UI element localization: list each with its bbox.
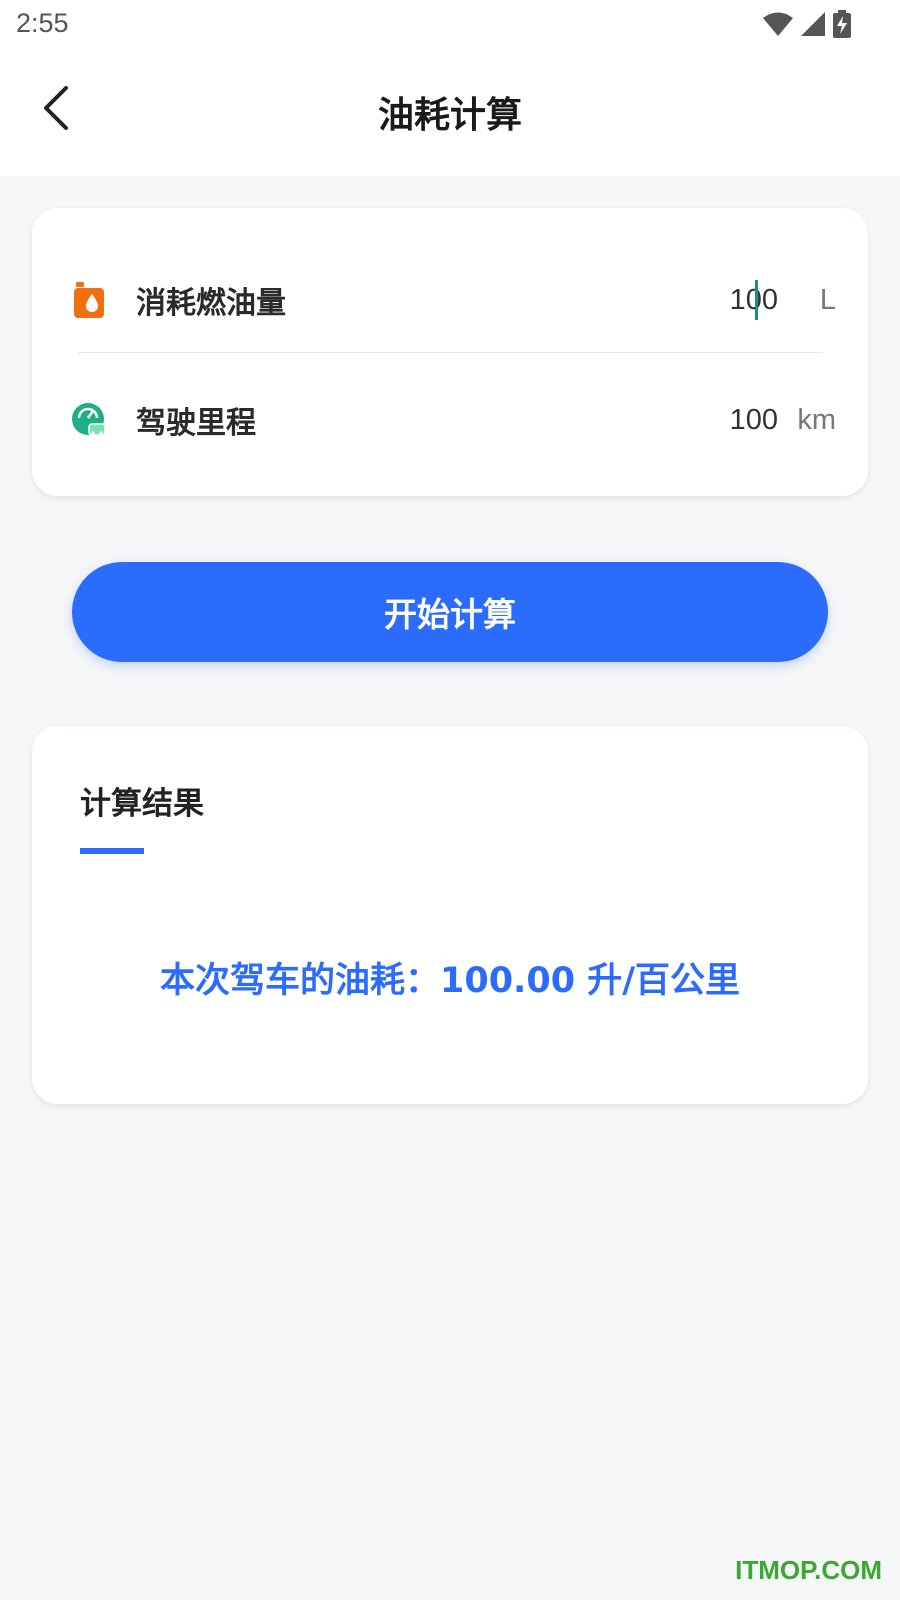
input-card: 消耗燃油量 L 驾驶里程 km — [32, 208, 868, 496]
distance-input[interactable] — [618, 403, 778, 437]
speedometer-car-icon — [72, 403, 106, 436]
text-cursor — [755, 280, 758, 320]
battery-charging-icon — [833, 10, 851, 38]
status-icons — [762, 10, 852, 38]
distance-unit: km — [797, 403, 836, 436]
status-time: 2:55 — [16, 8, 69, 38]
result-title: 计算结果 — [80, 786, 204, 822]
status-bar: 2:55 — [0, 0, 900, 50]
result-title-underline — [80, 848, 144, 854]
page-title: 油耗计算 — [377, 95, 522, 136]
fuel-unit: L — [819, 283, 836, 316]
watermark: ITMOP.COM — [735, 1555, 882, 1585]
distance-row: 驾驶里程 km — [32, 360, 868, 480]
result-card: 计算结果 本次驾车的油耗：100.00 升/百公里 — [32, 726, 868, 1104]
wifi-icon — [763, 12, 793, 36]
signal-icon — [801, 12, 825, 36]
fuel-can-icon — [74, 282, 104, 318]
fuel-input[interactable] — [618, 283, 778, 317]
app-bar: 油耗计算 — [0, 50, 900, 176]
calculate-button[interactable]: 开始计算 — [72, 562, 828, 662]
distance-label: 驾驶里程 — [136, 406, 256, 441]
fuel-label: 消耗燃油量 — [136, 286, 286, 321]
result-text: 本次驾车的油耗：100.00 升/百公里 — [159, 961, 741, 1001]
row-divider — [78, 352, 822, 353]
fuel-row: 消耗燃油量 L — [32, 240, 868, 360]
